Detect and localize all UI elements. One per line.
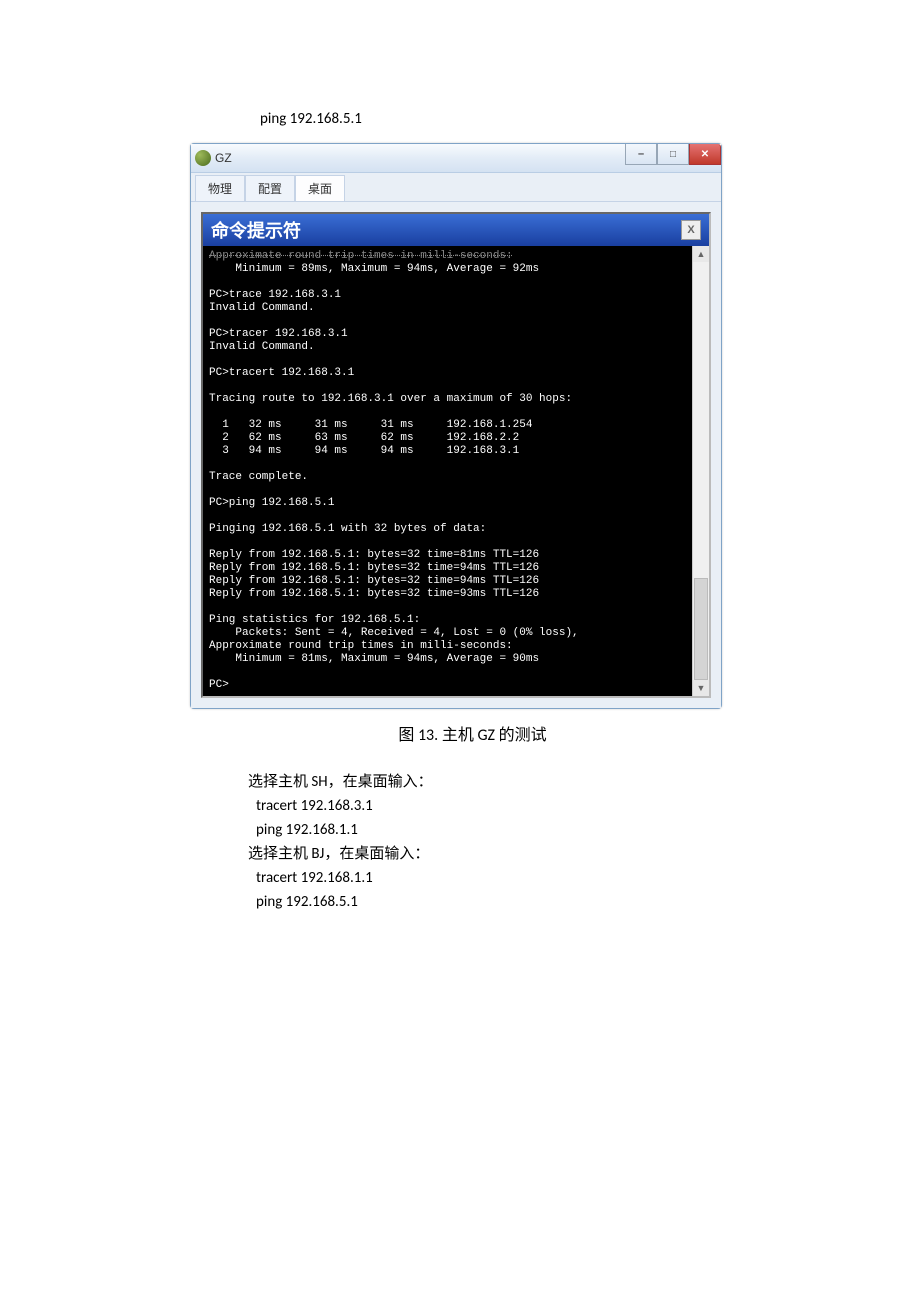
terminal-line: Approximate round trip times in milli-se… xyxy=(209,250,513,262)
terminal-line: Pinging 192.168.5.1 with 32 bytes of dat… xyxy=(209,523,486,535)
terminal-line: PC> xyxy=(209,679,229,691)
terminal-line: PC>trace 192.168.3.1 xyxy=(209,289,341,301)
terminal-line: 3 94 ms 94 ms 94 ms 192.168.3.1 xyxy=(209,445,519,457)
terminal-line: PC>ping 192.168.5.1 xyxy=(209,497,334,509)
console-close-button[interactable]: X xyxy=(681,220,701,240)
body-command: tracert 192.168.1.1 xyxy=(256,866,730,890)
terminal-line: Approximate round trip times in milli-se… xyxy=(209,640,513,652)
gz-window: GZ 物理 配置 桌面 命令提示符 X Approximate round tr… xyxy=(190,143,722,709)
close-button[interactable] xyxy=(689,144,721,165)
terminal-line: Reply from 192.168.5.1: bytes=32 time=93… xyxy=(209,588,539,600)
body-command: ping 192.168.1.1 xyxy=(256,818,730,842)
terminal-line: Minimum = 81ms, Maximum = 94ms, Average … xyxy=(209,653,539,665)
body-text: 选择主机 SH，在桌面输入： tracert 192.168.3.1 ping … xyxy=(248,770,730,914)
command-prompt-window: 命令提示符 X Approximate round trip times in … xyxy=(201,212,711,698)
terminal-line: Ping statistics for 192.168.5.1: xyxy=(209,614,420,626)
terminal-line: PC>tracer 192.168.3.1 xyxy=(209,328,348,340)
body-line: 选择主机 BJ，在桌面输入： xyxy=(248,842,730,866)
figure-caption: 图 13. 主机 GZ 的测试 xyxy=(215,721,730,745)
terminal-line: Reply from 192.168.5.1: bytes=32 time=94… xyxy=(209,575,539,587)
body-command: ping 192.168.5.1 xyxy=(256,890,730,914)
scroll-thumb[interactable] xyxy=(694,578,708,680)
window-title: GZ xyxy=(215,151,232,165)
terminal-line: Reply from 192.168.5.1: bytes=32 time=81… xyxy=(209,549,539,561)
title-bar[interactable]: GZ xyxy=(191,144,721,173)
terminal-line: Reply from 192.168.5.1: bytes=32 time=94… xyxy=(209,562,539,574)
terminal-line: Tracing route to 192.168.3.1 over a maxi… xyxy=(209,393,572,405)
terminal-line: 1 32 ms 31 ms 31 ms 192.168.1.254 xyxy=(209,419,532,431)
tab-bar: 物理 配置 桌面 xyxy=(191,173,721,202)
terminal-line: Packets: Sent = 4, Received = 4, Lost = … xyxy=(209,627,579,639)
terminal-line: PC>tracert 192.168.3.1 xyxy=(209,367,354,379)
maximize-button[interactable] xyxy=(657,144,689,165)
console-title: 命令提示符 xyxy=(211,217,301,243)
app-icon xyxy=(195,150,211,166)
scroll-up-icon[interactable]: ▲ xyxy=(693,246,709,262)
terminal-line: 2 62 ms 63 ms 62 ms 192.168.2.2 xyxy=(209,432,519,444)
top-command-text: ping 192.168.5.1 xyxy=(260,110,730,128)
scroll-down-icon[interactable]: ▼ xyxy=(693,680,709,696)
terminal-line: Trace complete. xyxy=(209,471,308,483)
terminal-line: Invalid Command. xyxy=(209,302,315,314)
tab-physical[interactable]: 物理 xyxy=(195,175,245,201)
body-line: 选择主机 SH，在桌面输入： xyxy=(248,770,730,794)
terminal-line: Invalid Command. xyxy=(209,341,315,353)
terminal-output[interactable]: Approximate round trip times in milli-se… xyxy=(203,246,692,696)
terminal-line: Minimum = 89ms, Maximum = 94ms, Average … xyxy=(209,263,539,275)
body-command: tracert 192.168.3.1 xyxy=(256,794,730,818)
minimize-button[interactable] xyxy=(625,144,657,165)
tab-config[interactable]: 配置 xyxy=(245,175,295,201)
tab-desktop[interactable]: 桌面 xyxy=(295,175,345,201)
scrollbar[interactable]: ▲ ▼ xyxy=(692,246,709,696)
